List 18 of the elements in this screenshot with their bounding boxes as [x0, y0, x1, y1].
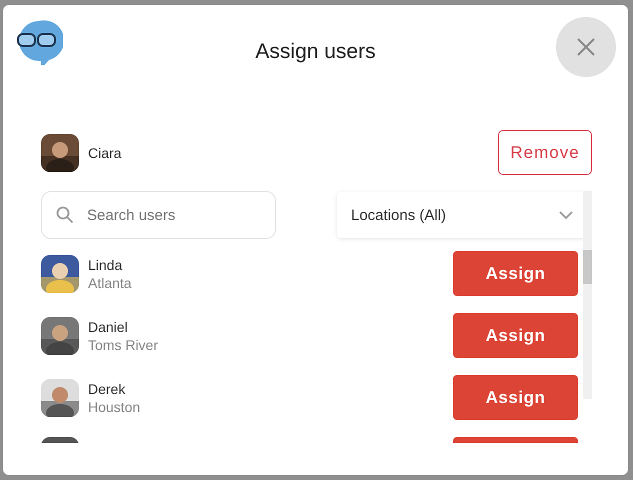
search-field[interactable]: Search users: [41, 191, 276, 239]
close-icon: [576, 37, 596, 57]
search-icon: [56, 206, 74, 224]
user-name: Ciara: [88, 144, 122, 160]
assign-button[interactable]: Assign: [453, 251, 578, 296]
assign-button[interactable]: Assign: [453, 375, 578, 420]
user-location: Atlanta: [88, 274, 132, 290]
dialog-title: Assign users: [255, 40, 376, 64]
user-name: Linda: [88, 256, 124, 272]
user-location: Toms River: [88, 336, 158, 352]
user-location: Houston: [88, 398, 140, 414]
scrollbar-thumb[interactable]: [583, 250, 592, 284]
user-name: Daniel: [88, 318, 129, 334]
user-name: Derek: [88, 380, 126, 396]
scrollbar[interactable]: [583, 191, 592, 399]
remove-button[interactable]: Remove: [498, 130, 592, 175]
chevron-down-icon: [559, 211, 573, 219]
assign-button[interactable]: Assign: [453, 313, 578, 358]
